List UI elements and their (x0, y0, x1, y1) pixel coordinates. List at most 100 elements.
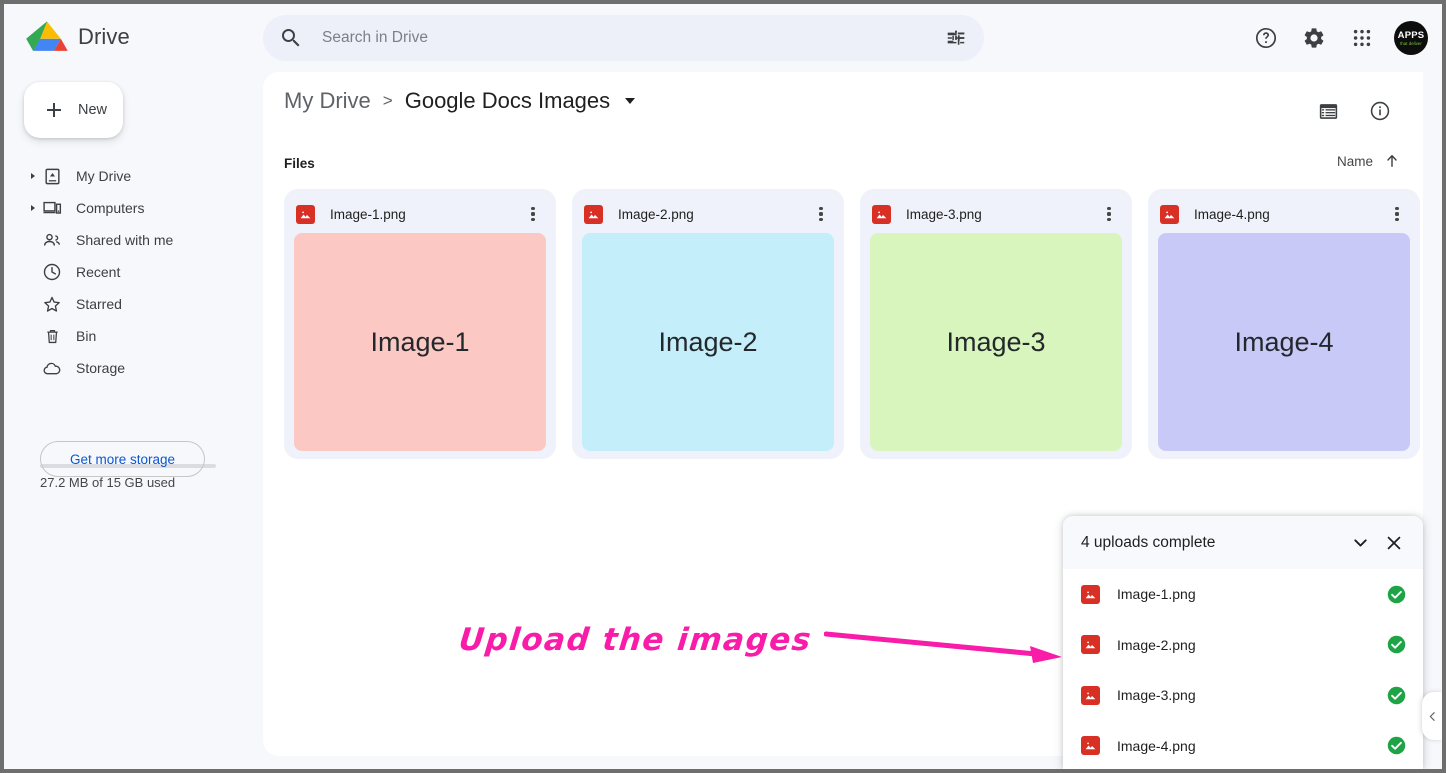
chevron-down-icon (1353, 539, 1367, 547)
file-card[interactable]: Image-4.png Image-4 (1148, 189, 1420, 459)
file-card-header: Image-4.png (1158, 199, 1410, 229)
upload-panel-collapse-button[interactable] (1343, 526, 1377, 560)
files-section-heading: Files (284, 156, 315, 171)
file-name: Image-1.png (330, 206, 406, 222)
upload-panel-title: 4 uploads complete (1081, 533, 1216, 551)
sidebar-item-my-drive[interactable]: My Drive (4, 160, 263, 192)
sidebar-nav: My Drive Computers Shared with me Recent… (4, 160, 263, 384)
file-more-options-button[interactable] (810, 201, 832, 227)
details-info-button[interactable] (1359, 90, 1401, 132)
brand-title: Drive (78, 24, 130, 49)
expand-caret-icon[interactable] (31, 173, 35, 179)
star-icon (42, 294, 62, 314)
new-button[interactable]: New (24, 82, 123, 138)
file-card[interactable]: Image-1.png Image-1 (284, 189, 556, 459)
computers-icon (42, 198, 62, 218)
sort-label: Name (1336, 153, 1373, 169)
upload-status-panel: 4 uploads complete Image-1.png Image-2.p… (1063, 516, 1423, 769)
file-thumbnail: Image-2 (582, 233, 834, 451)
file-thumbnail: Image-1 (294, 233, 546, 451)
expand-caret-icon[interactable] (31, 205, 35, 211)
upload-row[interactable]: Image-2.png (1063, 620, 1423, 671)
file-card-header: Image-2.png (582, 199, 834, 229)
get-more-storage-button[interactable]: Get more storage (40, 441, 205, 477)
file-card[interactable]: Image-2.png Image-2 (572, 189, 844, 459)
sidebar-item-label: Computers (76, 200, 145, 216)
file-card[interactable]: Image-3.png Image-3 (860, 189, 1132, 459)
search-bar[interactable] (263, 15, 984, 61)
image-file-icon (296, 204, 315, 224)
shared-with-me-icon (42, 230, 62, 250)
file-name: Image-3.png (906, 206, 982, 222)
brand[interactable]: Drive (26, 18, 130, 56)
new-button-label: New (78, 102, 108, 118)
right-panel-collapse-tab[interactable] (1422, 692, 1442, 740)
upload-panel-close-button[interactable] (1377, 526, 1411, 560)
search-filter-button[interactable] (936, 18, 976, 58)
sidebar-item-label: My Drive (76, 168, 132, 184)
sidebar-item-bin[interactable]: Bin (4, 320, 263, 352)
sidebar-item-starred[interactable]: Starred (4, 288, 263, 320)
image-file-icon (1081, 736, 1100, 756)
upload-file-name: Image-2.png (1117, 636, 1196, 653)
google-apps-button[interactable] (1341, 17, 1383, 59)
breadcrumb-current-folder[interactable]: Google Docs Images (405, 88, 610, 114)
file-card-header: Image-1.png (294, 199, 546, 229)
upload-file-name: Image-4.png (1117, 737, 1196, 754)
upload-row[interactable]: Image-4.png (1063, 721, 1423, 770)
image-file-icon (1160, 204, 1179, 224)
arrow-up-icon[interactable] (1383, 152, 1401, 170)
trash-icon (42, 326, 62, 346)
sidebar-item-label: Storage (76, 360, 126, 376)
sidebar-item-label: Bin (76, 328, 97, 344)
file-more-options-button[interactable] (522, 201, 544, 227)
sidebar-item-recent[interactable]: Recent (4, 256, 263, 288)
list-view-button[interactable] (1307, 90, 1349, 132)
sidebar: New My Drive Computers Shared with me Re… (4, 72, 263, 769)
content-toolbar (1307, 90, 1401, 132)
plus-icon (47, 103, 61, 117)
file-grid: Image-1.png Image-1 Image-2.png Image-2 (284, 189, 1420, 459)
gear-icon (1304, 28, 1324, 48)
my-drive-icon (42, 166, 62, 186)
file-more-options-button[interactable] (1098, 201, 1120, 227)
image-file-icon (584, 204, 603, 224)
check-circle-icon (1387, 737, 1406, 755)
image-file-icon (1081, 635, 1100, 655)
breadcrumb: My Drive > Google Docs Images (284, 88, 636, 114)
search-icon (282, 29, 300, 47)
breadcrumb-separator: > (382, 91, 393, 110)
file-more-options-button[interactable] (1386, 201, 1408, 227)
sidebar-item-storage[interactable]: Storage (4, 352, 263, 384)
avatar-sublabel: that deliver (1400, 40, 1422, 46)
sidebar-item-shared-with-me[interactable]: Shared with me (4, 224, 263, 256)
tune-icon (947, 30, 965, 45)
upload-file-name: Image-1.png (1117, 586, 1196, 603)
avatar-label: APPS (1397, 29, 1425, 41)
avatar[interactable]: APPS that deliver (1394, 21, 1428, 55)
file-name: Image-2.png (618, 206, 694, 222)
storage-usage-text: 27.2 MB of 15 GB used (40, 475, 176, 490)
search-input[interactable] (322, 29, 936, 47)
top-right-actions: APPS that deliver (1245, 17, 1428, 59)
help-button[interactable] (1245, 17, 1287, 59)
file-name: Image-4.png (1194, 206, 1270, 222)
check-circle-icon (1387, 686, 1406, 704)
upload-row[interactable]: Image-1.png (1063, 569, 1423, 620)
settings-button[interactable] (1293, 17, 1335, 59)
clock-icon (42, 262, 62, 282)
breadcrumb-my-drive[interactable]: My Drive (284, 88, 371, 114)
check-circle-icon (1387, 636, 1406, 654)
list-view-icon (1319, 103, 1337, 119)
file-thumbnail: Image-4 (1158, 233, 1410, 451)
sidebar-item-label: Shared with me (76, 232, 174, 248)
image-file-icon (1081, 685, 1100, 705)
sidebar-item-computers[interactable]: Computers (4, 192, 263, 224)
sort-control[interactable]: Name (1337, 152, 1401, 170)
upload-row[interactable]: Image-3.png (1063, 670, 1423, 721)
upload-file-name: Image-3.png (1117, 687, 1196, 704)
drive-logo (26, 21, 68, 51)
chevron-left-icon (1429, 711, 1435, 721)
chevron-down-icon[interactable] (625, 98, 636, 104)
sidebar-item-label: Recent (76, 264, 121, 280)
